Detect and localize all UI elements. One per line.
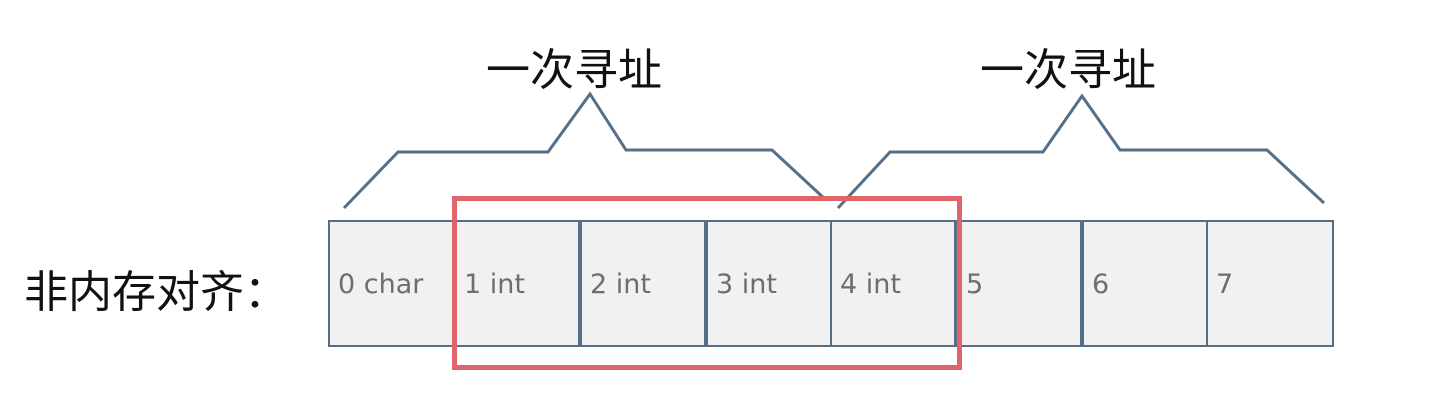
memory-cell-0: 0 char	[328, 220, 454, 347]
memory-cell-7: 7	[1206, 220, 1334, 347]
memory-cell-label: 0 char	[338, 269, 424, 300]
brace-left	[342, 91, 828, 210]
diagram-canvas: 一次寻址 一次寻址 非内存对齐： 0 char 1 int 2 int 3 in…	[0, 0, 1440, 413]
brace-label-right: 一次寻址	[980, 45, 1156, 96]
memory-cell-label: 7	[1216, 269, 1234, 300]
memory-cell-label: 5	[966, 269, 984, 300]
brace-right	[836, 93, 1326, 210]
memory-cell-5: 5	[956, 220, 1082, 347]
memory-cell-label: 6	[1092, 269, 1110, 300]
int-highlight-box	[452, 196, 962, 370]
row-label: 非内存对齐：	[24, 267, 288, 318]
brace-label-left: 一次寻址	[486, 45, 662, 96]
memory-cell-6: 6	[1082, 220, 1208, 347]
